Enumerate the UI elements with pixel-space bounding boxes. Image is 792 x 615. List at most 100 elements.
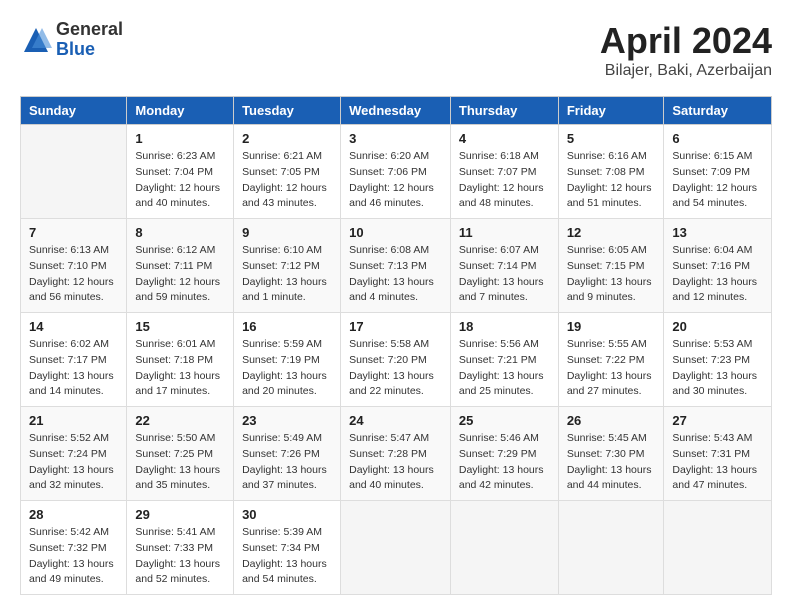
day-info: Sunrise: 5:47 AMSunset: 7:28 PMDaylight:… xyxy=(349,432,434,491)
calendar-cell xyxy=(664,501,772,595)
calendar-cell: 25 Sunrise: 5:46 AMSunset: 7:29 PMDaylig… xyxy=(450,407,558,501)
day-info: Sunrise: 5:43 AMSunset: 7:31 PMDaylight:… xyxy=(672,432,757,491)
day-number: 29 xyxy=(135,507,225,522)
day-info: Sunrise: 6:15 AMSunset: 7:09 PMDaylight:… xyxy=(672,150,757,209)
calendar-cell: 12 Sunrise: 6:05 AMSunset: 7:15 PMDaylig… xyxy=(558,219,664,313)
day-number: 30 xyxy=(242,507,332,522)
logo-general-text: General xyxy=(56,20,123,40)
day-info: Sunrise: 5:59 AMSunset: 7:19 PMDaylight:… xyxy=(242,338,327,397)
calendar-week-row: 28 Sunrise: 5:42 AMSunset: 7:32 PMDaylig… xyxy=(21,501,772,595)
day-number: 9 xyxy=(242,225,332,240)
calendar-cell: 5 Sunrise: 6:16 AMSunset: 7:08 PMDayligh… xyxy=(558,125,664,219)
day-info: Sunrise: 6:04 AMSunset: 7:16 PMDaylight:… xyxy=(672,244,757,303)
day-number: 17 xyxy=(349,319,442,334)
day-number: 23 xyxy=(242,413,332,428)
day-info: Sunrise: 6:18 AMSunset: 7:07 PMDaylight:… xyxy=(459,150,544,209)
calendar-cell: 21 Sunrise: 5:52 AMSunset: 7:24 PMDaylig… xyxy=(21,407,127,501)
calendar-cell: 14 Sunrise: 6:02 AMSunset: 7:17 PMDaylig… xyxy=(21,313,127,407)
calendar-cell: 10 Sunrise: 6:08 AMSunset: 7:13 PMDaylig… xyxy=(341,219,451,313)
month-title: April 2024 xyxy=(600,20,772,62)
calendar-cell: 20 Sunrise: 5:53 AMSunset: 7:23 PMDaylig… xyxy=(664,313,772,407)
day-number: 7 xyxy=(29,225,118,240)
calendar-cell: 30 Sunrise: 5:39 AMSunset: 7:34 PMDaylig… xyxy=(234,501,341,595)
day-info: Sunrise: 6:08 AMSunset: 7:13 PMDaylight:… xyxy=(349,244,434,303)
day-number: 27 xyxy=(672,413,763,428)
calendar-cell: 23 Sunrise: 5:49 AMSunset: 7:26 PMDaylig… xyxy=(234,407,341,501)
day-info: Sunrise: 5:49 AMSunset: 7:26 PMDaylight:… xyxy=(242,432,327,491)
weekday-header: Sunday xyxy=(21,97,127,125)
calendar-cell: 26 Sunrise: 5:45 AMSunset: 7:30 PMDaylig… xyxy=(558,407,664,501)
calendar-cell: 4 Sunrise: 6:18 AMSunset: 7:07 PMDayligh… xyxy=(450,125,558,219)
day-info: Sunrise: 5:58 AMSunset: 7:20 PMDaylight:… xyxy=(349,338,434,397)
calendar-table: SundayMondayTuesdayWednesdayThursdayFrid… xyxy=(20,96,772,595)
calendar-cell xyxy=(450,501,558,595)
calendar-cell: 2 Sunrise: 6:21 AMSunset: 7:05 PMDayligh… xyxy=(234,125,341,219)
day-number: 3 xyxy=(349,131,442,146)
day-number: 12 xyxy=(567,225,656,240)
day-info: Sunrise: 5:50 AMSunset: 7:25 PMDaylight:… xyxy=(135,432,220,491)
weekday-header: Friday xyxy=(558,97,664,125)
day-number: 11 xyxy=(459,225,550,240)
day-number: 24 xyxy=(349,413,442,428)
day-info: Sunrise: 6:13 AMSunset: 7:10 PMDaylight:… xyxy=(29,244,114,303)
day-number: 15 xyxy=(135,319,225,334)
calendar-week-row: 1 Sunrise: 6:23 AMSunset: 7:04 PMDayligh… xyxy=(21,125,772,219)
calendar-cell: 29 Sunrise: 5:41 AMSunset: 7:33 PMDaylig… xyxy=(127,501,234,595)
weekday-header-row: SundayMondayTuesdayWednesdayThursdayFrid… xyxy=(21,97,772,125)
day-info: Sunrise: 5:56 AMSunset: 7:21 PMDaylight:… xyxy=(459,338,544,397)
day-number: 13 xyxy=(672,225,763,240)
day-info: Sunrise: 6:20 AMSunset: 7:06 PMDaylight:… xyxy=(349,150,434,209)
calendar-cell: 22 Sunrise: 5:50 AMSunset: 7:25 PMDaylig… xyxy=(127,407,234,501)
day-info: Sunrise: 6:23 AMSunset: 7:04 PMDaylight:… xyxy=(135,150,220,209)
weekday-header: Wednesday xyxy=(341,97,451,125)
logo-blue-text: Blue xyxy=(56,40,123,60)
day-number: 6 xyxy=(672,131,763,146)
calendar-week-row: 7 Sunrise: 6:13 AMSunset: 7:10 PMDayligh… xyxy=(21,219,772,313)
logo-text: General Blue xyxy=(56,20,123,60)
day-number: 1 xyxy=(135,131,225,146)
page-header: General Blue April 2024 Bilajer, Baki, A… xyxy=(20,20,772,80)
weekday-header: Saturday xyxy=(664,97,772,125)
day-number: 4 xyxy=(459,131,550,146)
day-number: 28 xyxy=(29,507,118,522)
day-number: 18 xyxy=(459,319,550,334)
calendar-cell: 19 Sunrise: 5:55 AMSunset: 7:22 PMDaylig… xyxy=(558,313,664,407)
day-info: Sunrise: 6:07 AMSunset: 7:14 PMDaylight:… xyxy=(459,244,544,303)
day-info: Sunrise: 6:01 AMSunset: 7:18 PMDaylight:… xyxy=(135,338,220,397)
day-number: 19 xyxy=(567,319,656,334)
calendar-cell: 13 Sunrise: 6:04 AMSunset: 7:16 PMDaylig… xyxy=(664,219,772,313)
calendar-cell: 27 Sunrise: 5:43 AMSunset: 7:31 PMDaylig… xyxy=(664,407,772,501)
day-number: 22 xyxy=(135,413,225,428)
calendar-cell: 11 Sunrise: 6:07 AMSunset: 7:14 PMDaylig… xyxy=(450,219,558,313)
day-number: 2 xyxy=(242,131,332,146)
calendar-cell: 18 Sunrise: 5:56 AMSunset: 7:21 PMDaylig… xyxy=(450,313,558,407)
day-number: 14 xyxy=(29,319,118,334)
day-info: Sunrise: 5:39 AMSunset: 7:34 PMDaylight:… xyxy=(242,526,327,585)
calendar-cell: 28 Sunrise: 5:42 AMSunset: 7:32 PMDaylig… xyxy=(21,501,127,595)
day-number: 20 xyxy=(672,319,763,334)
calendar-cell xyxy=(558,501,664,595)
day-info: Sunrise: 6:05 AMSunset: 7:15 PMDaylight:… xyxy=(567,244,652,303)
day-number: 26 xyxy=(567,413,656,428)
calendar-cell: 7 Sunrise: 6:13 AMSunset: 7:10 PMDayligh… xyxy=(21,219,127,313)
day-info: Sunrise: 5:42 AMSunset: 7:32 PMDaylight:… xyxy=(29,526,114,585)
calendar-cell: 1 Sunrise: 6:23 AMSunset: 7:04 PMDayligh… xyxy=(127,125,234,219)
day-info: Sunrise: 6:21 AMSunset: 7:05 PMDaylight:… xyxy=(242,150,327,209)
day-info: Sunrise: 5:45 AMSunset: 7:30 PMDaylight:… xyxy=(567,432,652,491)
day-info: Sunrise: 5:53 AMSunset: 7:23 PMDaylight:… xyxy=(672,338,757,397)
day-number: 16 xyxy=(242,319,332,334)
day-info: Sunrise: 5:52 AMSunset: 7:24 PMDaylight:… xyxy=(29,432,114,491)
day-info: Sunrise: 6:02 AMSunset: 7:17 PMDaylight:… xyxy=(29,338,114,397)
logo-icon xyxy=(20,24,52,56)
day-info: Sunrise: 6:10 AMSunset: 7:12 PMDaylight:… xyxy=(242,244,327,303)
weekday-header: Monday xyxy=(127,97,234,125)
weekday-header: Thursday xyxy=(450,97,558,125)
day-info: Sunrise: 6:16 AMSunset: 7:08 PMDaylight:… xyxy=(567,150,652,209)
day-info: Sunrise: 6:12 AMSunset: 7:11 PMDaylight:… xyxy=(135,244,220,303)
calendar-cell xyxy=(341,501,451,595)
weekday-header: Tuesday xyxy=(234,97,341,125)
day-info: Sunrise: 5:41 AMSunset: 7:33 PMDaylight:… xyxy=(135,526,220,585)
day-number: 5 xyxy=(567,131,656,146)
calendar-cell: 6 Sunrise: 6:15 AMSunset: 7:09 PMDayligh… xyxy=(664,125,772,219)
title-area: April 2024 Bilajer, Baki, Azerbaijan xyxy=(600,20,772,80)
